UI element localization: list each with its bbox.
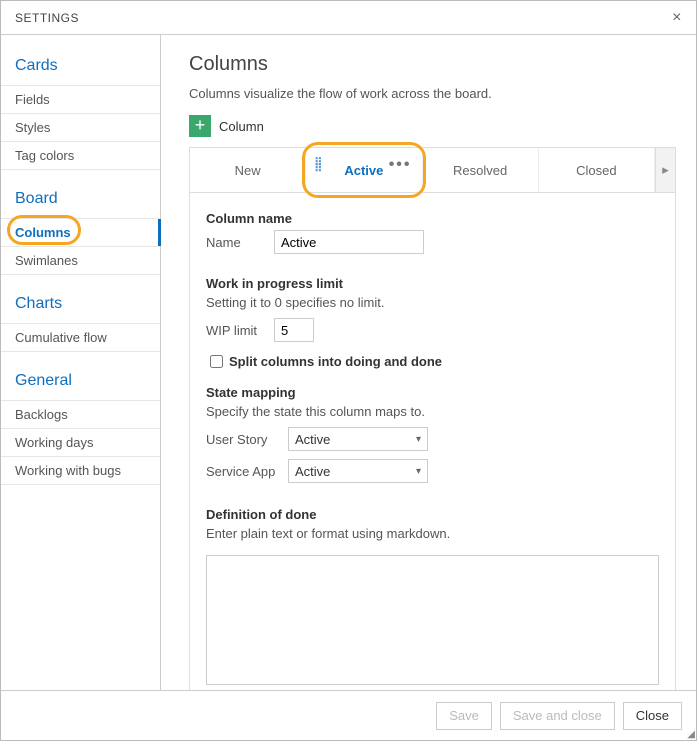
dialog-title: SETTINGS xyxy=(15,11,79,25)
wip-label: WIP limit xyxy=(206,323,274,338)
sidebar-item-styles[interactable]: Styles xyxy=(1,114,160,142)
tab-resolved[interactable]: Resolved xyxy=(423,148,539,192)
chevron-right-icon: ▸ xyxy=(662,162,669,178)
name-row: Name xyxy=(206,230,659,254)
add-column-label: Column xyxy=(219,119,264,134)
sidebar-group-board: Board xyxy=(1,184,160,219)
column-tabs: New ⠿⠿ Active ••• Resolved Closed ▸ xyxy=(189,147,676,193)
tab-closed[interactable]: Closed xyxy=(539,148,655,192)
wip-limit-input[interactable] xyxy=(274,318,314,342)
sidebar-group-cards: Cards xyxy=(1,51,160,86)
tab-active[interactable]: ⠿⠿ Active ••• xyxy=(306,148,422,192)
main-panel: Columns Columns visualize the flow of wo… xyxy=(161,35,696,690)
select-value: Active xyxy=(295,432,330,447)
sidebar-group-charts: Charts xyxy=(1,289,160,324)
wip-row: WIP limit xyxy=(206,318,659,342)
dialog-body: Cards Fields Styles Tag colors Board Col… xyxy=(1,35,696,690)
definition-of-done-textarea[interactable] xyxy=(206,555,659,685)
chevron-down-icon: ▾ xyxy=(416,434,421,445)
dialog-titlebar: SETTINGS × xyxy=(1,1,696,35)
sidebar-item-cumulative-flow[interactable]: Cumulative flow xyxy=(1,324,160,352)
tabs-scroll-right[interactable]: ▸ xyxy=(655,148,675,192)
tab-new[interactable]: New xyxy=(190,148,306,192)
save-and-close-button[interactable]: Save and close xyxy=(500,702,615,730)
section-wip: Work in progress limit xyxy=(206,276,659,291)
sidebar-item-backlogs[interactable]: Backlogs xyxy=(1,401,160,429)
section-dod: Definition of done xyxy=(206,507,659,522)
section-state-mapping: State mapping xyxy=(206,385,659,400)
sidebar-item-label: Columns xyxy=(15,225,71,240)
more-options-icon[interactable]: ••• xyxy=(389,156,412,174)
column-name-input[interactable] xyxy=(274,230,424,254)
service-app-state-select[interactable]: Active ▾ xyxy=(288,459,428,483)
split-columns-label: Split columns into doing and done xyxy=(229,354,442,369)
section-column-name: Column name xyxy=(206,211,659,226)
sidebar: Cards Fields Styles Tag colors Board Col… xyxy=(1,35,161,690)
add-column-row: + Column xyxy=(189,115,676,137)
tab-label: New xyxy=(235,163,261,178)
sidebar-item-working-days[interactable]: Working days xyxy=(1,429,160,457)
add-column-button[interactable]: + xyxy=(189,115,211,137)
plus-icon: + xyxy=(195,115,206,135)
tab-label: Resolved xyxy=(453,163,507,178)
drag-handle-icon[interactable]: ⠿⠿ xyxy=(314,160,324,180)
sidebar-item-swimlanes[interactable]: Swimlanes xyxy=(1,247,160,275)
state-mapping-subtext: Specify the state this column maps to. xyxy=(206,404,659,419)
column-form: Column name Name Work in progress limit … xyxy=(189,193,676,690)
page-title: Columns xyxy=(189,53,676,76)
mapping-label: Service App xyxy=(206,464,288,479)
settings-dialog: SETTINGS × Cards Fields Styles Tag color… xyxy=(0,0,697,741)
mapping-label: User Story xyxy=(206,432,288,447)
sidebar-item-columns[interactable]: Columns xyxy=(1,219,160,247)
dod-subtext: Enter plain text or format using markdow… xyxy=(206,526,659,541)
user-story-state-select[interactable]: Active ▾ xyxy=(288,427,428,451)
sidebar-item-fields[interactable]: Fields xyxy=(1,86,160,114)
sidebar-item-tag-colors[interactable]: Tag colors xyxy=(1,142,160,170)
select-value: Active xyxy=(295,464,330,479)
close-icon[interactable]: × xyxy=(668,6,686,30)
tab-label: Closed xyxy=(576,163,616,178)
split-columns-row: Split columns into doing and done xyxy=(206,352,659,371)
wip-subtext: Setting it to 0 specifies no limit. xyxy=(206,295,659,310)
save-button[interactable]: Save xyxy=(436,702,492,730)
chevron-down-icon: ▾ xyxy=(416,466,421,477)
mapping-row-user-story: User Story Active ▾ xyxy=(206,427,659,451)
sidebar-group-general: General xyxy=(1,366,160,401)
page-description: Columns visualize the flow of work acros… xyxy=(189,86,676,101)
tab-label: Active xyxy=(344,163,383,178)
close-button[interactable]: Close xyxy=(623,702,682,730)
mapping-row-service-app: Service App Active ▾ xyxy=(206,459,659,483)
name-label: Name xyxy=(206,235,274,250)
split-columns-checkbox[interactable] xyxy=(210,355,223,368)
sidebar-item-working-with-bugs[interactable]: Working with bugs xyxy=(1,457,160,485)
dialog-footer: Save Save and close Close xyxy=(1,690,696,740)
